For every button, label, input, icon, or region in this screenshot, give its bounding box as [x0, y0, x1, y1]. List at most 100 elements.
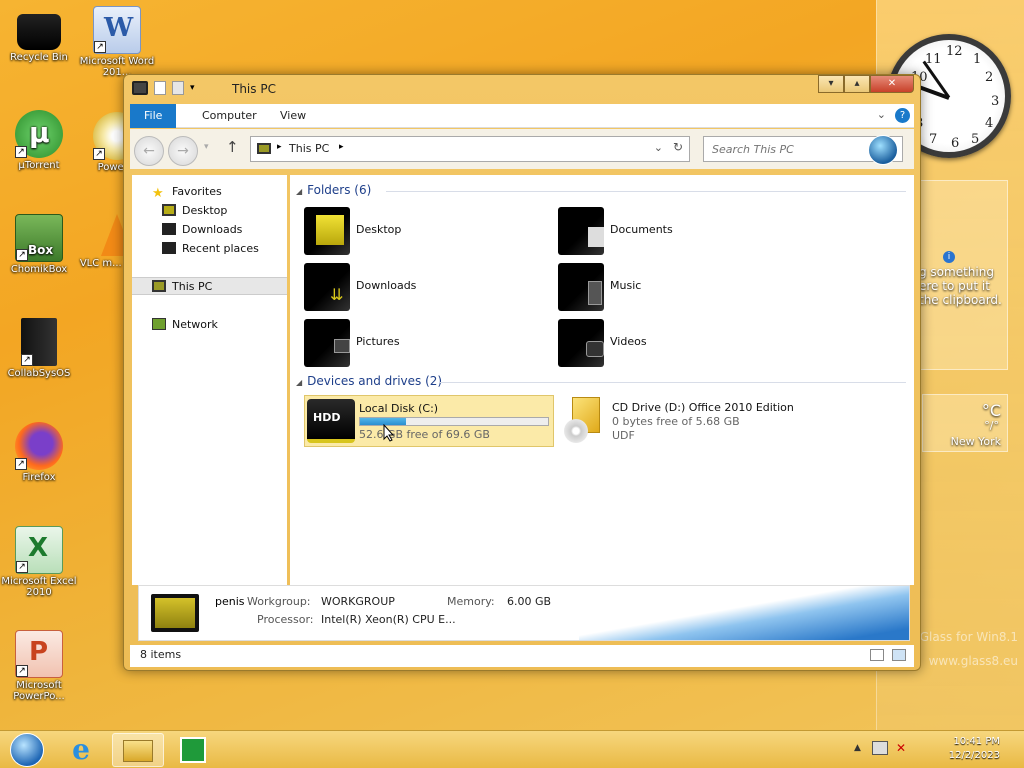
weather-unit: °C: [981, 401, 1001, 420]
nav-label: This PC: [172, 280, 213, 293]
collapse-triangle-icon[interactable]: ◢: [296, 378, 302, 387]
clipboard-gadget[interactable]: i g something ere to put it the clipboar…: [914, 180, 1008, 370]
store-icon: [180, 737, 206, 763]
clock-number: 5: [971, 132, 980, 147]
search-icon[interactable]: [868, 135, 898, 165]
folder-videos[interactable]: Videos: [558, 319, 798, 371]
black-folder-icon: [304, 207, 350, 255]
network-status-icon[interactable]: [872, 741, 888, 755]
word-icon: W ↗: [93, 6, 141, 54]
folders-group-header[interactable]: ◢ Folders (6): [296, 183, 371, 197]
desktop-icon-collabsysos[interactable]: ↗ CollabSysOS: [0, 318, 78, 379]
start-button[interactable]: [4, 733, 50, 767]
expand-ribbon-icon[interactable]: ⌄: [877, 108, 886, 121]
recent-locations-icon[interactable]: ▾: [204, 142, 209, 152]
breadcrumb-this-pc[interactable]: This PC: [289, 142, 329, 155]
utorrent-icon: µ ↗: [15, 110, 63, 158]
nav-this-pc[interactable]: This PC: [132, 277, 287, 295]
details-view-icon[interactable]: [870, 649, 884, 661]
explorer-window[interactable]: ▾ This PC ▾ ▴ ✕ File Computer View ⌄ ? ←…: [123, 74, 921, 671]
tab-file[interactable]: File: [130, 104, 177, 128]
drive-cd-d[interactable]: CD Drive (D:) Office 2010 Edition 0 byte…: [558, 395, 898, 447]
taskbar-store[interactable]: [170, 733, 216, 767]
workgroup-value: WORKGROUP: [321, 595, 395, 608]
folder-music[interactable]: Music: [558, 263, 798, 315]
tab-view[interactable]: View: [266, 104, 320, 128]
clock-number: 3: [991, 94, 1000, 109]
tray-clock[interactable]: 10:41 PM 12/2/2023: [949, 735, 1000, 763]
breadcrumb-separator-icon[interactable]: ▸: [277, 142, 282, 152]
address-dropdown-icon[interactable]: ⌄: [654, 141, 663, 154]
minimize-button[interactable]: ▾: [818, 75, 844, 93]
folder-downloads[interactable]: ⇊ Downloads: [304, 263, 544, 315]
this-pc-monitor-icon: [152, 280, 166, 292]
drive-local-disk-c[interactable]: HDD Local Disk (C:) 52.6 GB free of 69.6…: [304, 395, 554, 447]
taskbar-internet-explorer[interactable]: e: [58, 733, 104, 767]
volume-muted-icon[interactable]: ✕: [896, 741, 906, 755]
tray-date: 12/2/2023: [948, 750, 1000, 761]
desktop-icon-label: Recycle Bin: [10, 52, 68, 63]
new-folder-icon[interactable]: [172, 81, 184, 95]
desktop-icon-recycle-bin[interactable]: Recycle Bin: [0, 8, 78, 63]
nav-desktop[interactable]: Desktop: [132, 202, 287, 220]
navigation-pane: ★ Favorites Desktop Downloads Recent plac…: [132, 175, 287, 585]
drive-name: CD Drive (D:) Office 2010 Edition: [612, 401, 794, 414]
refresh-icon[interactable]: ↻: [673, 140, 683, 154]
properties-icon[interactable]: [154, 81, 166, 95]
shortcut-arrow-icon: ↗: [15, 458, 27, 470]
desktop-icon-excel[interactable]: X ↗ Microsoft Excel 2010: [0, 526, 78, 598]
nav-favorites[interactable]: ★ Favorites: [132, 183, 287, 201]
mouse-cursor-icon: [383, 423, 395, 442]
tab-computer[interactable]: Computer: [188, 104, 271, 128]
folder-documents[interactable]: Documents: [558, 207, 798, 259]
windows-orb-icon: [10, 733, 44, 767]
desktop-icon-label: ChomikBox: [10, 264, 68, 275]
nav-recent-places[interactable]: Recent places: [132, 240, 287, 258]
shortcut-arrow-icon: ↗: [21, 354, 33, 366]
help-icon[interactable]: ?: [895, 108, 910, 123]
nav-network[interactable]: Network: [132, 316, 287, 334]
back-button[interactable]: ←: [134, 136, 164, 166]
nav-downloads[interactable]: Downloads: [132, 221, 287, 239]
drive-name: Local Disk (C:): [359, 402, 439, 415]
hdd-icon: HDD: [307, 399, 355, 443]
show-hidden-icons-icon[interactable]: ▲: [854, 743, 861, 753]
desktop-icon-firefox[interactable]: ↗ Firefox: [0, 422, 78, 483]
search-box[interactable]: [703, 135, 903, 165]
close-button[interactable]: ✕: [870, 75, 914, 93]
large-icons-view-icon[interactable]: [892, 649, 906, 661]
title-bar[interactable]: ▾ This PC ▾ ▴ ✕: [124, 75, 920, 103]
chevron-down-icon[interactable]: ▾: [190, 81, 200, 95]
desktop-icon-utorrent[interactable]: µ ↗ µTorrent: [0, 110, 78, 171]
taskbar-file-explorer[interactable]: [112, 733, 164, 767]
folder-desktop[interactable]: Desktop: [304, 207, 544, 259]
folder-label: Music: [610, 279, 642, 292]
folder-label: Documents: [610, 223, 673, 236]
weather-gadget[interactable]: °C °/° New York: [922, 394, 1008, 452]
item-count: 8 items: [140, 648, 182, 661]
ribbon: File Computer View ⌄ ?: [130, 104, 914, 128]
group-header-label: Devices and drives (2): [307, 374, 443, 388]
forward-button[interactable]: →: [168, 136, 198, 166]
shortcut-arrow-icon: ↗: [16, 249, 28, 261]
breadcrumb-chevron-icon[interactable]: ▸: [339, 142, 344, 152]
folder-label: Pictures: [356, 335, 400, 348]
desktop-icon-powerpoint[interactable]: P ↗ Microsoft PowerPo...: [0, 630, 78, 702]
hdd-icon-label: HDD: [313, 411, 341, 424]
up-button[interactable]: ↑: [226, 138, 239, 156]
desktop-icon-chomikbox[interactable]: Box ↗ ChomikBox: [0, 214, 78, 275]
this-pc-monitor-icon: [132, 81, 148, 95]
maximize-button[interactable]: ▴: [844, 75, 870, 93]
clock-number: 6: [951, 136, 960, 151]
black-folder-icon: [558, 319, 604, 367]
devices-group-header[interactable]: ◢ Devices and drives (2): [296, 374, 442, 388]
window-title: This PC: [232, 82, 276, 96]
workgroup-label: Workgroup:: [247, 595, 311, 608]
folder-label: Videos: [610, 335, 647, 348]
folder-pictures[interactable]: Pictures: [304, 319, 544, 371]
search-input[interactable]: [710, 138, 860, 160]
group-header-label: Folders (6): [307, 183, 372, 197]
address-bar[interactable]: ▸ This PC ▸ ⌄ ↻: [250, 136, 690, 162]
desktop-icon-word[interactable]: W ↗ Microsoft Word 201...: [78, 6, 156, 78]
collapse-triangle-icon[interactable]: ◢: [296, 187, 302, 196]
